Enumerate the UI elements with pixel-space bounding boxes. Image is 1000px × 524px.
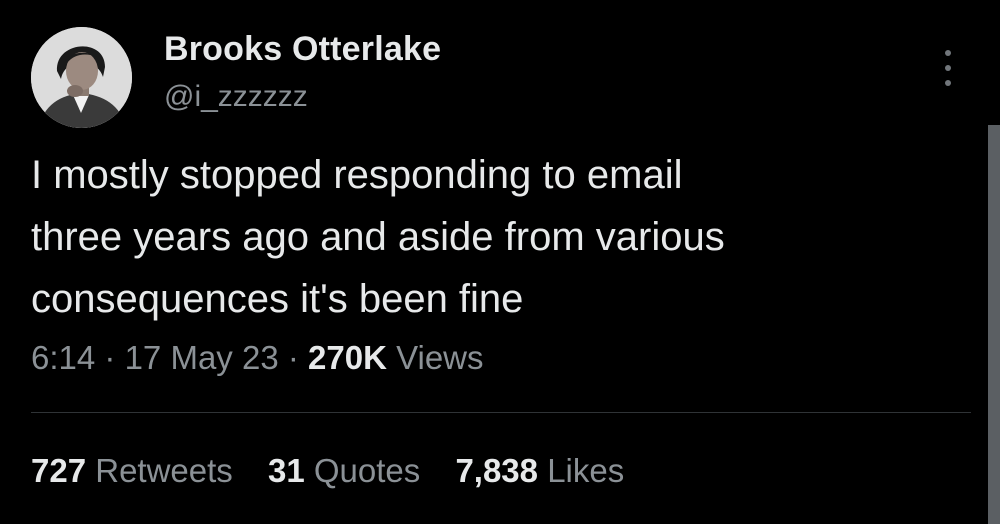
author-name[interactable]: Brooks Otterlake xyxy=(164,30,441,69)
quotes-count: 31 xyxy=(267,452,305,489)
quotes-label: Quotes xyxy=(313,452,421,489)
retweets-stat[interactable]: 727 Retweets xyxy=(31,452,233,490)
quotes-stat[interactable]: 31 Quotes xyxy=(268,452,420,490)
retweets-count: 727 xyxy=(31,452,87,489)
tweet-time[interactable]: 6:14 xyxy=(31,339,95,376)
tweet-text: I mostly stopped responding to email thr… xyxy=(31,144,951,330)
scrollbar[interactable] xyxy=(988,125,1000,524)
more-options-icon[interactable] xyxy=(936,46,960,90)
likes-count: 7,838 xyxy=(455,452,539,489)
meta-separator: · xyxy=(287,339,299,376)
views-count[interactable]: 270K xyxy=(308,339,387,376)
tweet-date[interactable]: 17 May 23 xyxy=(125,339,279,376)
tweet-text-line: consequences it's been fine xyxy=(31,277,524,321)
retweets-label: Retweets xyxy=(95,452,233,489)
tweet-card: Brooks Otterlake @i_zzzzzz I mostly stop… xyxy=(0,0,1000,524)
tweet-meta: 6:14 · 17 May 23 · 270K Views xyxy=(31,339,484,377)
avatar-photo xyxy=(31,27,132,128)
likes-label: Likes xyxy=(547,452,625,489)
likes-stat[interactable]: 7,838 Likes xyxy=(455,452,624,490)
tweet-text-line: three years ago and aside from various xyxy=(31,215,725,259)
meta-separator: · xyxy=(104,339,116,376)
divider xyxy=(31,412,971,413)
views-label: Views xyxy=(396,339,484,376)
tweet-text-line: I mostly stopped responding to email xyxy=(31,153,683,197)
more-dot xyxy=(945,65,951,71)
engagement-stats: 727 Retweets 31 Quotes 7,838 Likes xyxy=(31,452,650,490)
author-handle[interactable]: @i_zzzzzz xyxy=(164,80,308,114)
avatar[interactable] xyxy=(31,27,132,128)
more-dot xyxy=(945,50,951,56)
more-dot xyxy=(945,80,951,86)
